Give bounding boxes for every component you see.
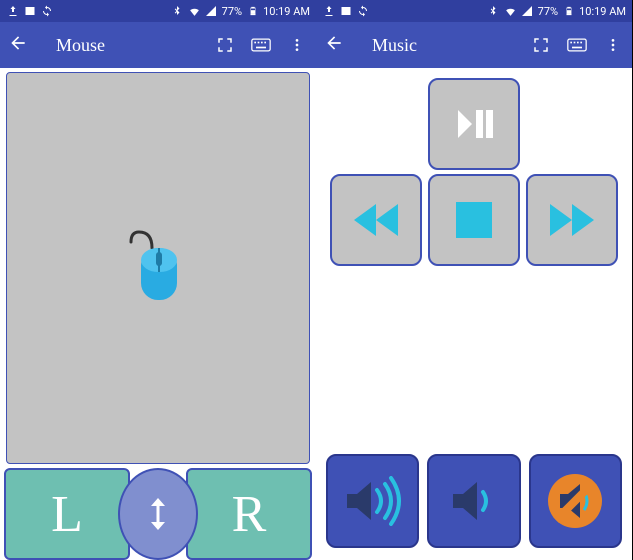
status-bar: 77% 10:19 AM [0,0,316,22]
bluetooth-icon [487,5,500,18]
image-icon [23,5,36,18]
phone-mouse: 77% 10:19 AM Mouse L [0,0,316,560]
stop-button[interactable] [428,174,520,266]
forward-icon [544,200,600,240]
mute-icon [544,470,606,532]
clock: 10:19 AM [263,5,310,18]
volume-down-icon [447,476,501,526]
sync-icon [40,5,53,18]
overflow-icon[interactable] [602,37,624,53]
right-click-button[interactable]: R [186,468,312,560]
page-title: Mouse [56,35,200,56]
mouse-icon [127,226,189,310]
app-bar: Music [316,22,632,68]
fullscreen-icon[interactable] [530,36,552,54]
rewind-icon [348,200,404,240]
left-click-button[interactable]: L [4,468,130,560]
media-grid [316,78,632,298]
rewind-button[interactable] [330,174,422,266]
bluetooth-icon [171,5,184,18]
phone-music: 77% 10:19 AM Music [316,0,632,560]
signal-icon [205,5,218,18]
volume-up-button[interactable] [326,454,419,548]
wifi-icon [504,5,517,18]
battery-percent: 77% [538,5,558,18]
upload-icon [6,5,19,18]
play-pause-icon [450,100,498,148]
forward-button[interactable] [526,174,618,266]
volume-row [326,454,622,548]
mouse-button-row: L R [4,468,312,560]
app-bar: Mouse [0,22,316,68]
clock: 10:19 AM [579,5,626,18]
back-icon[interactable] [324,33,344,57]
mute-button[interactable] [529,454,622,548]
volume-down-button[interactable] [427,454,520,548]
scroll-arrows-icon [145,496,171,532]
play-pause-button[interactable] [428,78,520,170]
battery-icon [562,5,575,18]
sync-icon [356,5,369,18]
touchpad-area[interactable] [6,72,310,464]
music-content [316,68,632,560]
back-icon[interactable] [8,33,28,57]
keyboard-icon[interactable] [566,37,588,53]
overflow-icon[interactable] [286,37,308,53]
stop-icon [452,198,496,242]
volume-up-icon [341,476,405,526]
left-click-label: L [51,485,83,544]
scroll-button[interactable] [118,468,198,560]
keyboard-icon[interactable] [250,37,272,53]
right-click-label: R [232,485,267,544]
image-icon [339,5,352,18]
wifi-icon [188,5,201,18]
status-bar: 77% 10:19 AM [316,0,632,22]
battery-percent: 77% [222,5,242,18]
page-title: Music [372,35,516,56]
signal-icon [521,5,534,18]
battery-icon [246,5,259,18]
mouse-content: L R [0,68,316,560]
upload-icon [322,5,335,18]
fullscreen-icon[interactable] [214,36,236,54]
